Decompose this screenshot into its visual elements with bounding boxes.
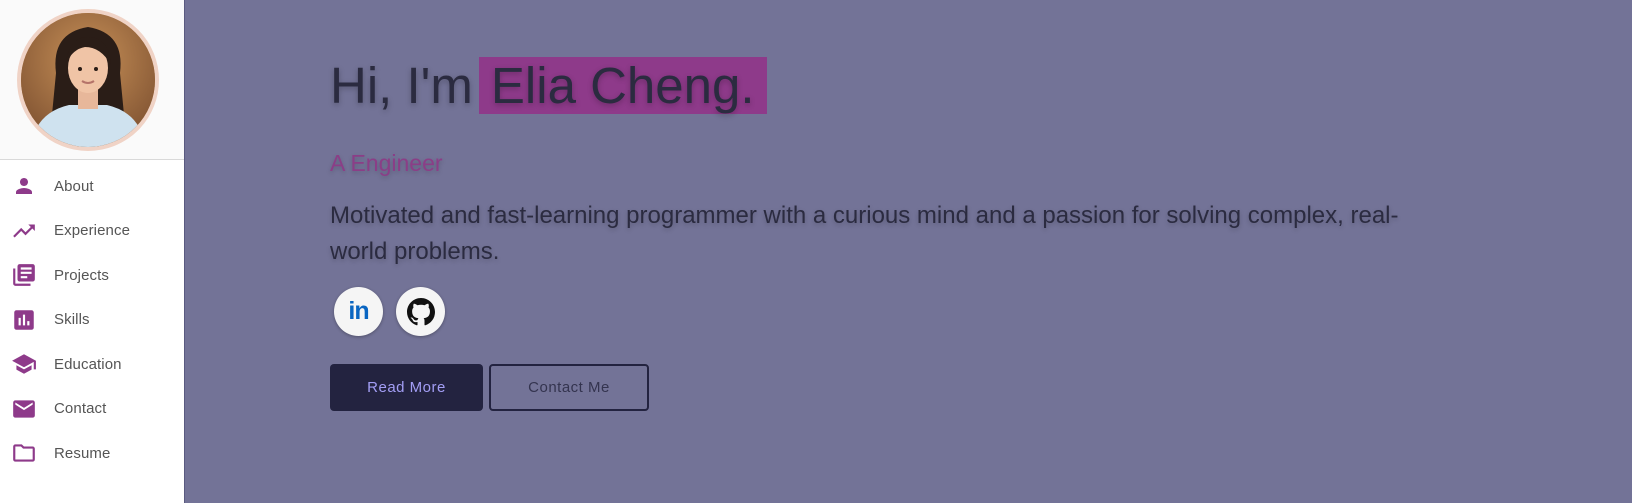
sidebar-item-label: Resume	[54, 444, 111, 462]
sidebar-item-resume[interactable]: Resume	[0, 431, 184, 476]
sidebar-item-contact[interactable]: Contact	[0, 387, 184, 432]
sidebar: About Experience Projects Skills Educati…	[0, 0, 185, 503]
sidebar-nav: About Experience Projects Skills Educati…	[0, 160, 184, 476]
bar-chart-icon	[11, 307, 37, 333]
github-icon	[406, 297, 435, 325]
profile-header	[0, 0, 184, 160]
sidebar-item-label: Skills	[54, 311, 90, 329]
linkedin-button[interactable]: in	[334, 287, 383, 336]
person-icon	[11, 173, 37, 199]
hero-name: Elia Cheng.	[478, 57, 767, 114]
sidebar-item-experience[interactable]: Experience	[0, 209, 184, 254]
hero-greeting: Hi, I'm	[330, 57, 473, 114]
sidebar-item-projects[interactable]: Projects	[0, 253, 184, 298]
cta-buttons: Read More Contact Me	[330, 364, 649, 411]
mail-icon	[11, 396, 37, 422]
sidebar-item-label: Projects	[54, 266, 109, 284]
sidebar-item-label: Contact	[54, 400, 107, 418]
sidebar-item-label: Experience	[54, 222, 131, 240]
hero-subtitle: A Engineer	[330, 150, 443, 176]
read-more-button[interactable]: Read More	[330, 364, 483, 411]
sidebar-item-education[interactable]: Education	[0, 342, 184, 387]
sidebar-item-label: Education	[54, 355, 122, 373]
contact-me-button[interactable]: Contact Me	[489, 364, 649, 411]
social-links: in	[334, 287, 445, 336]
linkedin-icon: in	[348, 297, 369, 325]
sidebar-item-about[interactable]: About	[0, 164, 184, 209]
sidebar-item-skills[interactable]: Skills	[0, 298, 184, 343]
hero-title: Hi, I'm Elia Cheng.	[330, 54, 767, 118]
avatar	[17, 9, 159, 151]
github-button[interactable]	[396, 287, 445, 336]
hero-description: Motivated and fast-learning programmer w…	[330, 202, 1399, 265]
hero-section: Hi, I'm Elia Cheng. A Engineer Motivated …	[185, 0, 1632, 503]
sidebar-item-label: About	[54, 177, 94, 195]
trending-up-icon	[11, 218, 37, 244]
folder-icon	[11, 440, 37, 466]
library-books-icon	[11, 262, 37, 288]
graduation-cap-icon	[11, 351, 37, 377]
